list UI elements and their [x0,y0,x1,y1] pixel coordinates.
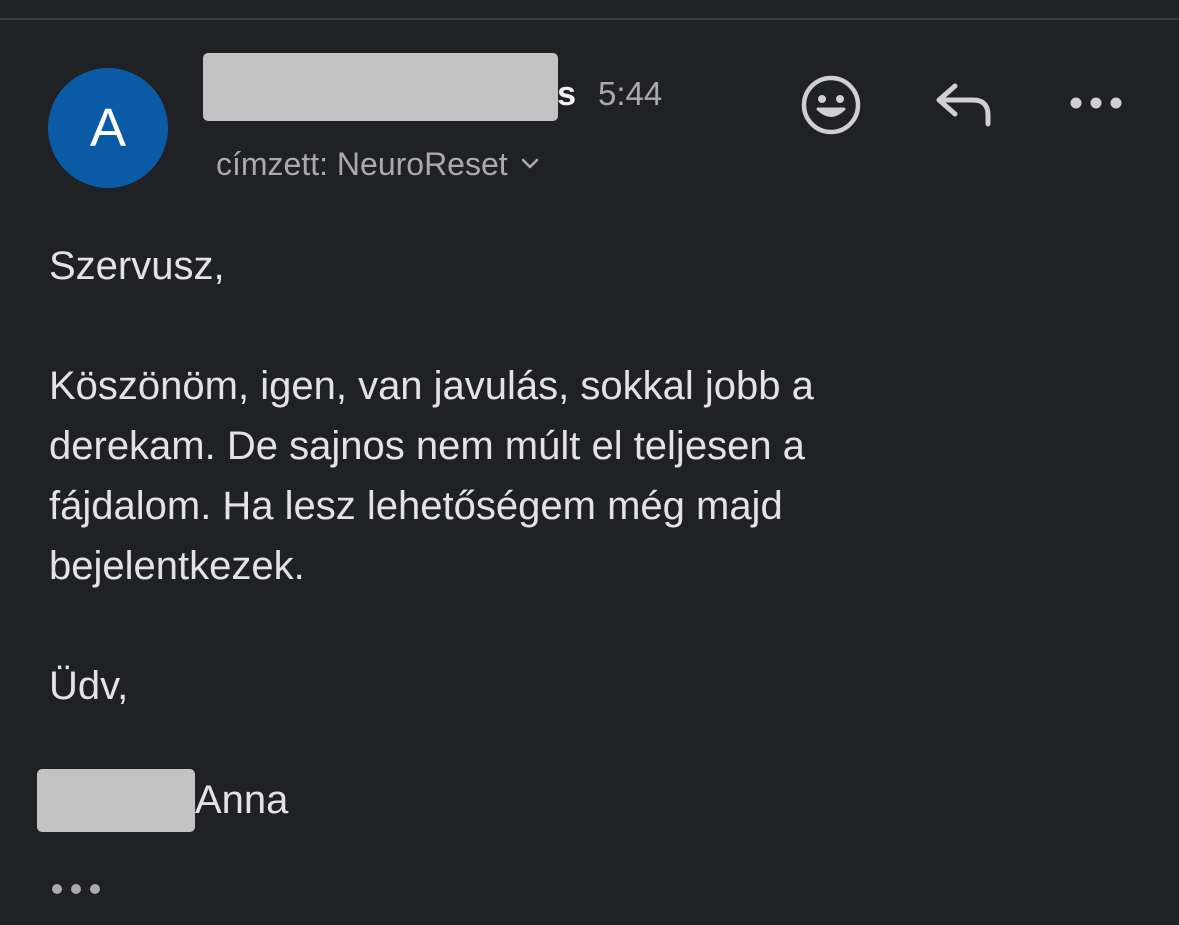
chevron-down-icon [521,158,538,169]
sender-avatar[interactable]: A [48,68,168,188]
message-greeting: Szervusz, [49,244,225,288]
emoji-reaction-button[interactable] [798,72,864,138]
reply-button[interactable] [930,76,996,132]
message-line-1: Köszönöm, igen, van javulás, sokkal jobb… [49,364,814,408]
reply-arrow-icon [936,83,991,127]
show-trimmed-dots-icon [52,884,100,894]
sender-name-redaction [203,53,558,121]
message-line-2: derekam. De sajnos nem múlt el teljesen … [49,424,805,468]
show-trimmed-content-button[interactable] [50,876,106,902]
message-closing: Üdv, [49,664,129,708]
recipient-toggle[interactable]: címzett: NeuroReset [216,143,540,185]
avatar-initial: A [89,98,127,158]
more-options-button[interactable] [1066,88,1126,118]
message-time: 5:44 [598,75,663,112]
signature: Anna [37,768,288,832]
signature-name: Anna [195,778,289,822]
smiley-face-icon [801,75,861,135]
message-line-3: fájdalom. Ha lesz lehetőségem még majd [49,484,783,528]
signature-redaction [37,768,195,832]
more-dots-icon [1070,97,1122,109]
top-divider [0,18,1179,20]
recipient-label: címzett: NeuroReset [216,145,508,182]
message-line-4: bejelentkezek. [49,544,305,588]
